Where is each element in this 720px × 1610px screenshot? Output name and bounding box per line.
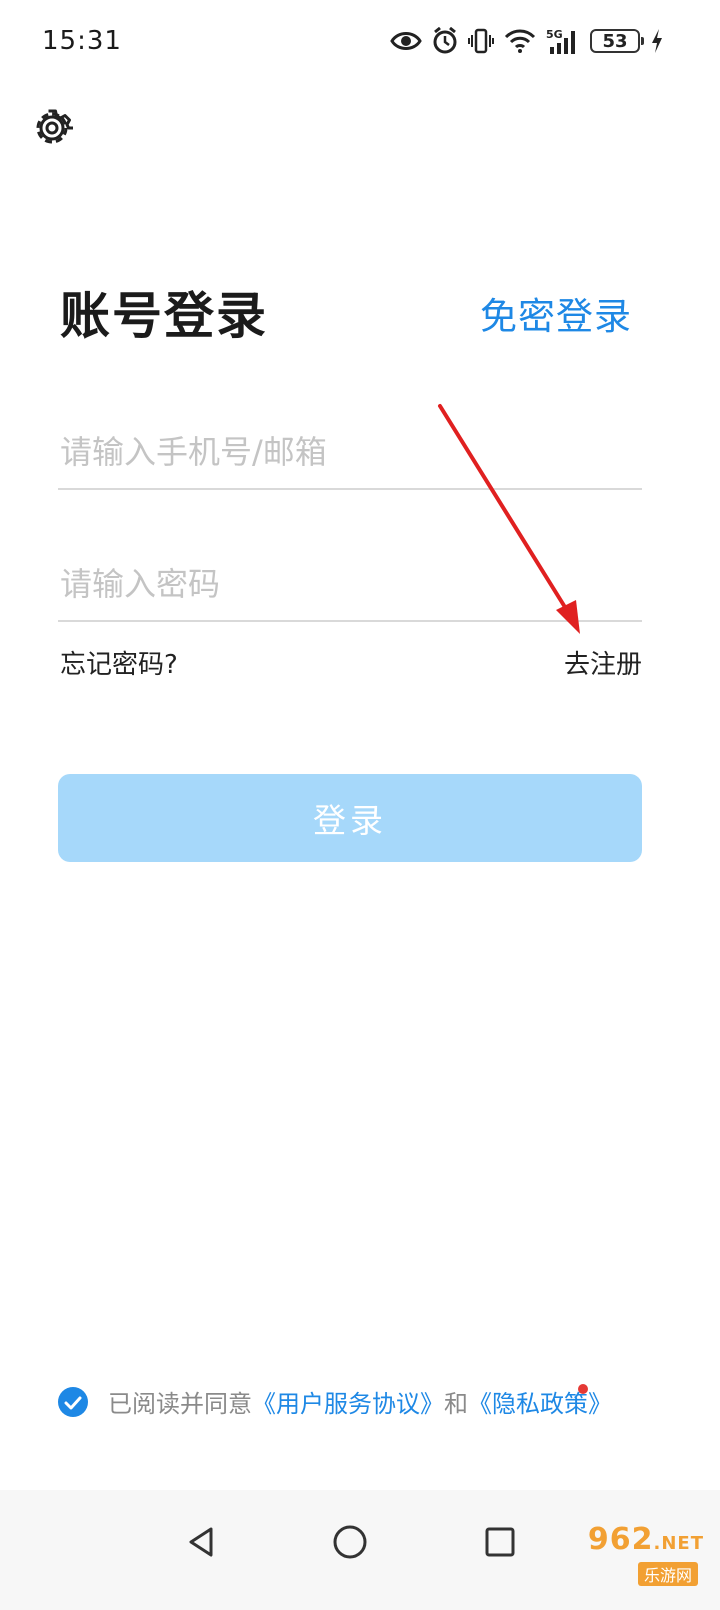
nav-home-button[interactable] [320,1514,380,1574]
svg-text:5G: 5G [546,28,563,41]
password-field [58,552,642,622]
charging-icon [650,28,664,54]
forgot-password-link[interactable]: 忘记密码? [60,644,178,681]
nav-back-button[interactable] [172,1514,232,1574]
home-circle-icon [332,1524,368,1564]
account-input[interactable] [58,420,642,484]
login-button[interactable]: 登录 [58,774,642,862]
status-time: 15:31 [42,26,122,56]
recent-square-icon [484,1526,516,1562]
password-input[interactable] [58,552,642,616]
back-triangle-icon [185,1525,219,1563]
battery-icon: 53 [590,29,644,53]
eye-icon [390,30,422,52]
watermark-suffix: .NET [653,1533,704,1554]
watermark-brand: 962.NET [588,1522,704,1557]
agreement-prefix: 已阅读并同意 [108,1390,252,1418]
agreement-and: 和 [444,1390,468,1418]
page-title: 账号登录 [60,287,268,345]
checkmark-icon [64,1388,82,1416]
notification-dot [578,1384,588,1394]
login-screen: 15:31 5G 53 账号登录 免密登录 请输入手机号/邮箱 忘记密码? 去注… [0,0,720,1610]
watermark-logo: 962.NET 乐游网 [574,1522,704,1586]
user-agreement-link[interactable]: 《用户服务协议》 [252,1384,444,1419]
agreement-checkbox[interactable] [58,1386,88,1417]
settings-button[interactable] [30,106,74,150]
status-bar: 15:31 5G 53 [0,0,720,84]
gear-icon [30,109,74,154]
privacy-policy-link[interactable]: 《隐私政策》 [468,1384,612,1419]
account-field [58,420,642,490]
wifi-icon [504,28,536,54]
nav-recent-button[interactable] [470,1514,530,1574]
vibrate-icon [468,27,494,55]
passwordless-login-link[interactable]: 免密登录 [480,286,632,340]
signal-5g-icon: 5G [546,27,580,55]
status-icons: 5G 53 [390,24,664,58]
register-link[interactable]: 去注册 [564,644,642,681]
watermark-subtitle: 乐游网 [637,1562,698,1586]
battery-level: 53 [602,30,628,52]
watermark-number: 962 [587,1522,654,1557]
alarm-icon [432,27,458,55]
agreement-row: 已阅读并同意 《用户服务协议》 和 《隐私政策》 [58,1384,612,1419]
